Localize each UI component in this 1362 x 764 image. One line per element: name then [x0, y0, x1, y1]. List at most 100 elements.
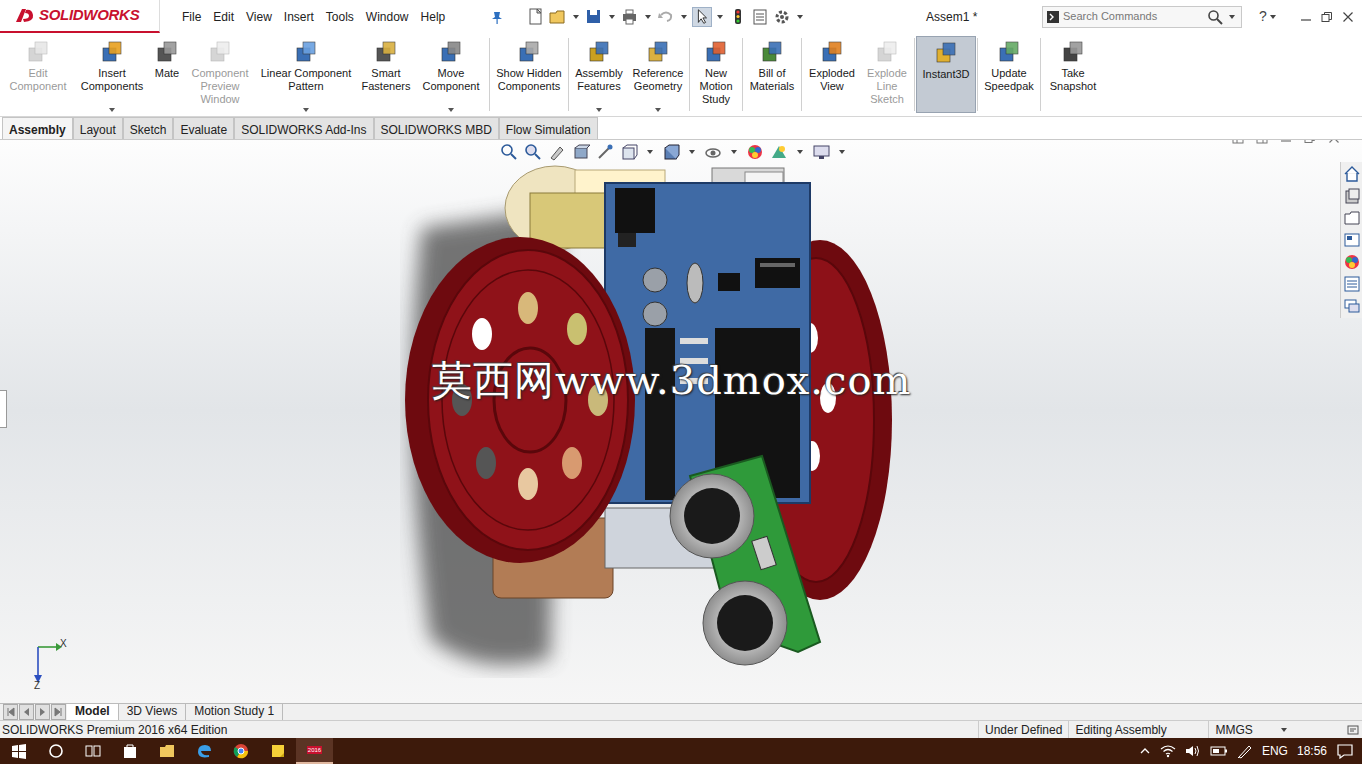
command-tab[interactable]: SOLIDWORKS Add-Ins	[234, 117, 373, 139]
show-hidden-icons-icon[interactable]	[1139, 745, 1151, 757]
ribbon-button[interactable]: Reference Geometry	[628, 36, 688, 113]
model-tab[interactable]: 3D Views	[119, 704, 186, 720]
restore-icon[interactable]	[1304, 140, 1316, 144]
taskbar-button[interactable]	[259, 738, 296, 764]
edge-icon[interactable]	[195, 742, 213, 760]
taskbar-button[interactable]	[74, 738, 111, 764]
menu-item[interactable]: Tools	[320, 8, 360, 26]
ribbon-button[interactable]: Take Snapshot	[1042, 36, 1104, 113]
taskbar-button[interactable]	[222, 738, 259, 764]
magnifier-icon[interactable]	[1207, 9, 1223, 25]
pin-button[interactable]	[482, 10, 512, 24]
tab-scroll-button[interactable]	[19, 704, 34, 720]
dropdown-arrow-icon[interactable]	[647, 150, 653, 154]
command-tab[interactable]: Flow Simulation	[499, 117, 598, 139]
robot-model[interactable]	[400, 158, 900, 678]
pin-icon[interactable]	[490, 10, 504, 24]
action-center-icon[interactable]	[1336, 743, 1354, 759]
file-explorer-icon[interactable]	[1343, 209, 1361, 227]
tile-right-icon[interactable]	[1256, 140, 1268, 144]
app-logo[interactable]: SOLIDWORKS	[0, 0, 160, 33]
ribbon-button[interactable]: Update Speedpak	[979, 36, 1039, 113]
command-tab[interactable]: Sketch	[123, 117, 174, 139]
ribbon-button[interactable]: Explode Line Sketch	[861, 36, 913, 113]
wifi-icon[interactable]	[1160, 744, 1176, 758]
tab-scroll-button[interactable]	[35, 704, 50, 720]
taskbar-button[interactable]	[37, 738, 74, 764]
task-view-icon[interactable]	[84, 742, 102, 760]
view-orientation-icon[interactable]	[620, 143, 638, 161]
pen-workspace-icon[interactable]	[1237, 743, 1253, 759]
dropdown-arrow-icon[interactable]	[655, 108, 661, 112]
save-icon[interactable]	[584, 7, 604, 27]
scroll-arrow-icon[interactable]	[21, 707, 32, 717]
command-tab[interactable]: SOLIDWORKS MBD	[374, 117, 499, 139]
move-component-icon[interactable]	[439, 40, 463, 64]
command-tab[interactable]: Assembly	[2, 117, 73, 139]
menu-item[interactable]: Help	[415, 8, 452, 26]
explode-line-icon[interactable]	[875, 40, 899, 64]
ribbon-button[interactable]: Assembly Features	[570, 36, 628, 113]
ribbon-button[interactable]: Edit Component	[0, 36, 76, 113]
command-tab[interactable]: Layout	[73, 117, 123, 139]
instant3d-icon[interactable]	[934, 41, 958, 65]
zoom-area-icon[interactable]	[524, 143, 542, 161]
resources-home-icon[interactable]	[1343, 165, 1361, 183]
windows-start-icon[interactable]	[10, 742, 28, 760]
ribbon-button[interactable]: Bill of Materials	[744, 36, 800, 113]
dropdown-arrow-icon[interactable]	[797, 150, 803, 154]
assembly-features-icon[interactable]	[587, 40, 611, 64]
dropdown-arrow-icon[interactable]	[645, 15, 651, 19]
help-button[interactable]: ?	[1242, 6, 1296, 27]
tab-scroll-button[interactable]	[51, 704, 66, 720]
model-tab[interactable]: Motion Study 1	[186, 704, 283, 720]
appearances-icon[interactable]	[1343, 253, 1361, 271]
open-folder-icon[interactable]	[548, 7, 568, 27]
options-gear-icon[interactable]	[772, 7, 792, 27]
speedpak-icon[interactable]	[997, 40, 1021, 64]
bill-of-materials-icon[interactable]	[760, 40, 784, 64]
print-icon[interactable]	[620, 7, 640, 27]
edit-component-icon[interactable]	[26, 40, 50, 64]
fasteners-icon[interactable]	[374, 40, 398, 64]
preview-window-icon[interactable]	[208, 40, 232, 64]
solidworks-taskbar-button[interactable]: 2016	[296, 738, 333, 764]
exploded-view-icon[interactable]	[820, 40, 844, 64]
clock[interactable]: 18:56	[1297, 742, 1327, 760]
forum-icon[interactable]	[1343, 297, 1361, 315]
dropdown-arrow-icon[interactable]	[839, 150, 845, 154]
ribbon-button[interactable]: Move Component	[414, 36, 488, 113]
battery-icon[interactable]	[1210, 745, 1228, 757]
pattern-icon[interactable]	[294, 40, 318, 64]
ribbon-button[interactable]: Component Preview Window	[186, 36, 254, 113]
custom-properties-icon[interactable]	[1343, 275, 1361, 293]
ribbon-button[interactable]: Mate	[148, 36, 186, 113]
close-icon[interactable]	[1342, 11, 1354, 23]
dropdown-arrow-icon[interactable]	[573, 15, 579, 19]
ribbon-button[interactable]: Linear Component Pattern	[254, 36, 358, 113]
taskbar-button[interactable]	[111, 738, 148, 764]
motion-study-icon[interactable]	[704, 40, 728, 64]
undo-icon[interactable]	[656, 7, 676, 27]
dropdown-arrow-icon[interactable]	[596, 108, 602, 112]
view-settings-icon[interactable]	[812, 143, 830, 161]
dropdown-arrow-icon[interactable]	[448, 108, 454, 112]
search-box[interactable]	[1042, 6, 1242, 28]
section-view-icon[interactable]	[572, 143, 590, 161]
menu-item[interactable]: View	[240, 8, 278, 26]
command-tab[interactable]: Evaluate	[173, 117, 234, 139]
menu-item[interactable]: Edit	[207, 8, 240, 26]
zoom-to-fit-icon[interactable]	[500, 143, 518, 161]
apply-scene-icon[interactable]	[770, 143, 788, 161]
dropdown-arrow-icon[interactable]	[717, 15, 723, 19]
show-hidden-icon[interactable]	[517, 40, 541, 64]
ribbon-button[interactable]: Smart Fasteners	[358, 36, 414, 113]
insert-components-icon[interactable]	[100, 40, 124, 64]
ribbon-button[interactable]: Show Hidden Components	[491, 36, 567, 113]
dropdown-arrow-icon[interactable]	[1229, 15, 1235, 19]
scroll-arrow-icon[interactable]	[53, 707, 64, 717]
design-library-icon[interactable]	[1343, 187, 1361, 205]
dropdown-arrow-icon[interactable]	[109, 108, 115, 112]
panel-toggle-tab[interactable]	[0, 390, 7, 428]
ribbon-button[interactable]: Instant3D	[916, 36, 976, 113]
